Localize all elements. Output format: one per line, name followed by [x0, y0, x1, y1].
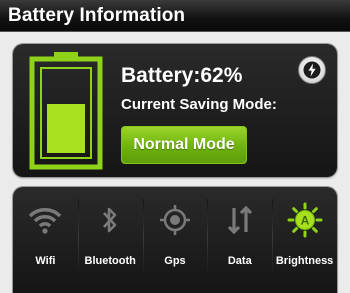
battery-card: Battery:62% Current Saving Mode: Normal …: [13, 44, 337, 177]
page-title: Battery Information: [8, 5, 186, 26]
wifi-label: Wifi: [35, 255, 56, 267]
bluetooth-label: Bluetooth: [84, 255, 136, 267]
data-label: Data: [227, 255, 252, 267]
gps-icon: [155, 201, 195, 239]
battery-icon: [29, 50, 103, 170]
lightning-icon: [303, 61, 321, 79]
wifi-icon: [25, 201, 65, 239]
data-toggle[interactable]: Data: [207, 187, 272, 293]
title-bar: Battery Information: [0, 0, 350, 32]
battery-percent: Battery:62%: [121, 64, 243, 87]
brightness-label: Brightness: [275, 255, 334, 267]
gps-toggle[interactable]: Gps: [142, 187, 208, 293]
power-mode-button[interactable]: [298, 56, 326, 84]
wifi-toggle[interactable]: Wifi: [13, 187, 78, 293]
data-icon: [220, 201, 260, 239]
brightness-toggle[interactable]: A Brightness: [272, 187, 337, 293]
saving-mode-label: Current Saving Mode:: [121, 96, 277, 113]
brightness-icon: A: [285, 201, 325, 239]
gps-label: Gps: [164, 255, 186, 267]
svg-text:A: A: [300, 214, 309, 228]
bluetooth-toggle[interactable]: Bluetooth: [77, 187, 143, 293]
toggles-card: Wifi Bluetooth Gps Data A Brightness: [13, 187, 337, 293]
normal-mode-button[interactable]: Normal Mode: [121, 126, 247, 164]
bluetooth-icon: [90, 201, 130, 239]
battery-level-fill: [47, 104, 85, 153]
